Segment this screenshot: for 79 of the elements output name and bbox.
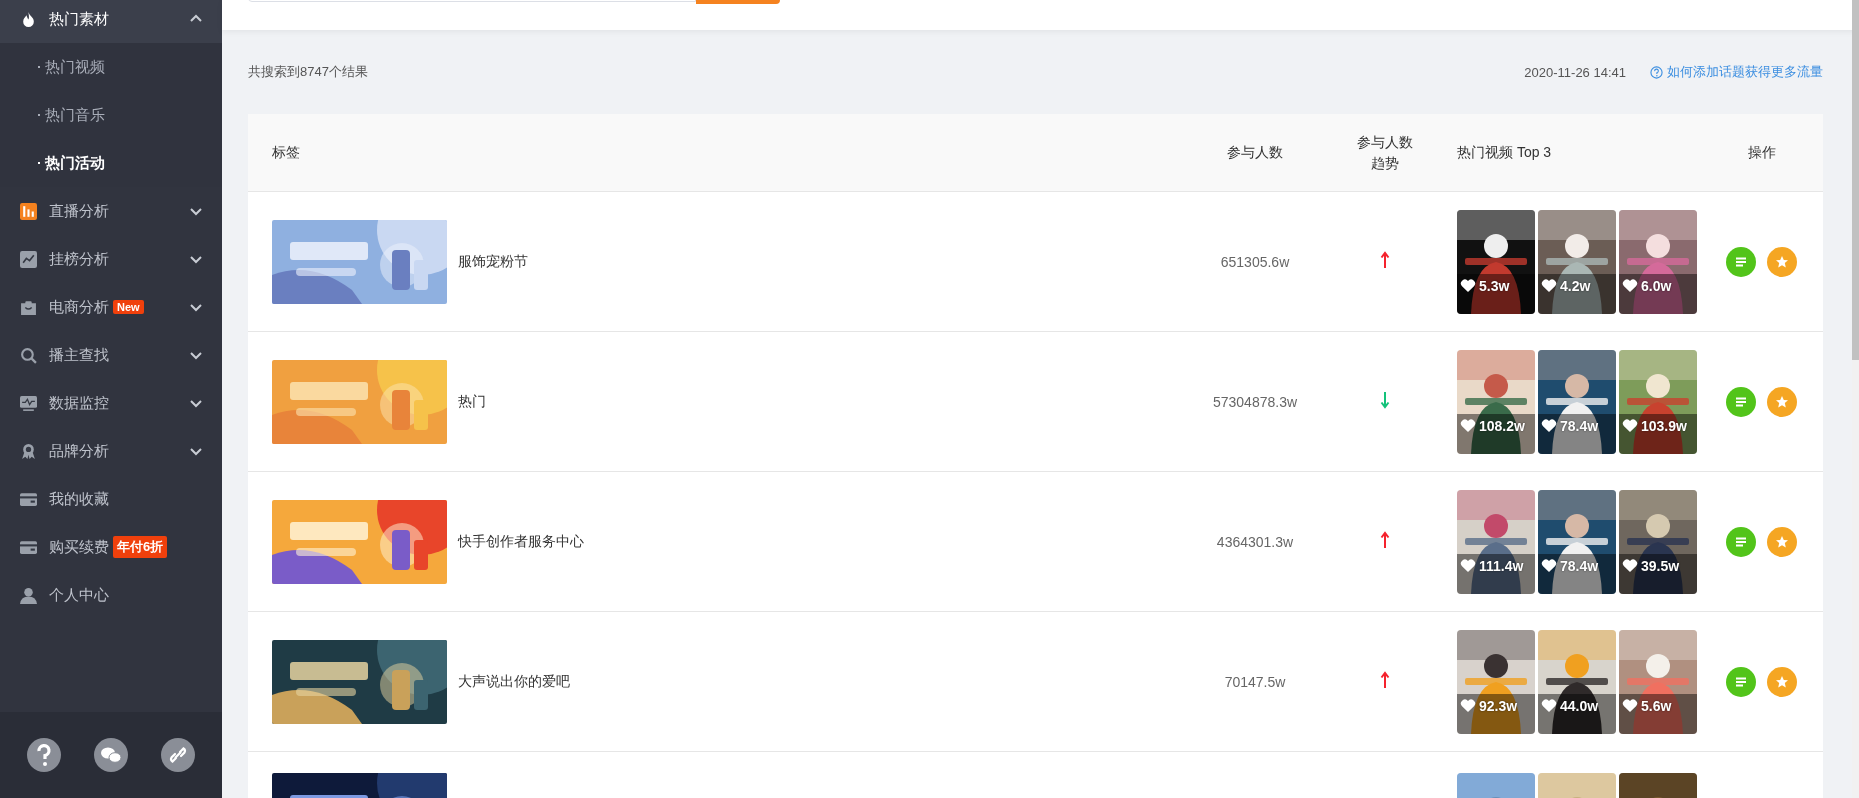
help-icon — [1650, 65, 1663, 79]
monitor-icon — [20, 394, 37, 412]
column-header: 参与人数趋势 — [1356, 133, 1414, 173]
bar-chart-icon — [20, 202, 37, 220]
like-count: 92.3w — [1479, 697, 1518, 714]
promo-badge: New — [113, 300, 144, 314]
heart-icon — [1460, 558, 1476, 573]
nav-item[interactable]: 直播分析 — [0, 187, 222, 235]
participant-count: 70147.5w — [1224, 673, 1286, 690]
heart-icon — [1460, 698, 1476, 713]
tag-name: 热门 — [458, 392, 486, 411]
heart-icon — [1460, 278, 1476, 293]
favorite-button[interactable] — [1767, 666, 1797, 697]
like-count: 108.2w — [1479, 417, 1525, 434]
nav-item[interactable]: 播主查找 — [0, 331, 222, 379]
nav-item[interactable]: 我的收藏 — [0, 475, 222, 523]
heart-icon — [1541, 698, 1557, 713]
heart-icon — [1541, 278, 1557, 293]
nav-subitem[interactable]: 热门活动 — [0, 139, 222, 187]
nav-item[interactable]: 购买续费 年付6折 — [0, 523, 222, 571]
heart-icon — [1541, 558, 1557, 573]
card-icon — [20, 490, 37, 508]
tag-name: 快手创作者服务中心 — [458, 532, 584, 551]
link-button[interactable] — [161, 738, 196, 772]
star-icon — [1775, 674, 1789, 689]
nav-item[interactable]: 挂榜分析 — [0, 235, 222, 283]
like-count: 4.2w — [1560, 277, 1591, 294]
heart-icon — [1622, 278, 1638, 293]
participant-count: 651305.6w — [1220, 253, 1290, 270]
search-icon — [20, 346, 37, 364]
nav-subitem[interactable]: 热门视频 — [0, 43, 222, 91]
like-count: 103.9w — [1641, 417, 1687, 434]
like-count: 6.0w — [1641, 277, 1672, 294]
update-time: 2020-11-26 14:41 — [1524, 64, 1626, 80]
star-icon — [1775, 534, 1789, 549]
heart-icon — [1622, 698, 1638, 713]
participant-count: 57304878.3w — [1212, 393, 1298, 410]
result-count: 共搜索到8747个结果 — [248, 63, 368, 81]
favorite-button[interactable] — [1767, 246, 1797, 277]
details-button[interactable] — [1726, 666, 1756, 697]
award-icon — [20, 442, 37, 460]
promo-badge: 年付6折 — [113, 536, 168, 558]
card-icon — [20, 538, 37, 556]
help-button[interactable] — [26, 738, 61, 772]
nav-item[interactable]: 个人中心 — [0, 571, 222, 619]
participant-count: 4364301.3w — [1216, 533, 1294, 550]
like-count: 39.5w — [1641, 557, 1680, 574]
nav-item[interactable]: 电商分析 New — [0, 283, 222, 331]
tag-name: 大声说出你的爱吧 — [458, 672, 570, 691]
chat-button[interactable] — [94, 738, 128, 772]
user-icon — [20, 586, 37, 604]
line-chart-icon — [20, 250, 37, 268]
column-header: 参与人数 — [1227, 143, 1283, 160]
like-count: 78.4w — [1560, 417, 1599, 434]
like-count: 44.0w — [1560, 697, 1599, 714]
tag-name: 服饰宠粉节 — [458, 252, 528, 271]
nav-subitem[interactable]: 热门音乐 — [0, 91, 222, 139]
like-count: 78.4w — [1560, 557, 1599, 574]
star-icon — [1775, 394, 1789, 409]
column-header: 标签 — [272, 143, 300, 162]
column-header: 操作 — [1747, 143, 1776, 162]
heart-icon — [1460, 418, 1476, 433]
details-button[interactable] — [1726, 526, 1756, 557]
heart-icon — [1541, 418, 1557, 433]
favorite-button[interactable] — [1767, 526, 1797, 557]
like-count: 111.4w — [1479, 557, 1524, 574]
column-header: 热门视频 Top 3 — [1457, 143, 1552, 160]
scrollbar-thumb[interactable] — [1852, 0, 1859, 360]
favorite-button[interactable] — [1767, 386, 1797, 417]
like-count: 5.6w — [1641, 697, 1672, 714]
heart-icon — [1622, 558, 1638, 573]
nav-item[interactable]: 数据监控 — [0, 379, 222, 427]
details-button[interactable] — [1726, 246, 1756, 277]
details-button[interactable] — [1726, 386, 1756, 417]
nav-item[interactable]: 品牌分析 — [0, 427, 222, 475]
star-icon — [1775, 254, 1789, 269]
like-count: 5.3w — [1479, 277, 1510, 294]
bag-icon — [20, 298, 37, 316]
heart-icon — [1622, 418, 1638, 433]
